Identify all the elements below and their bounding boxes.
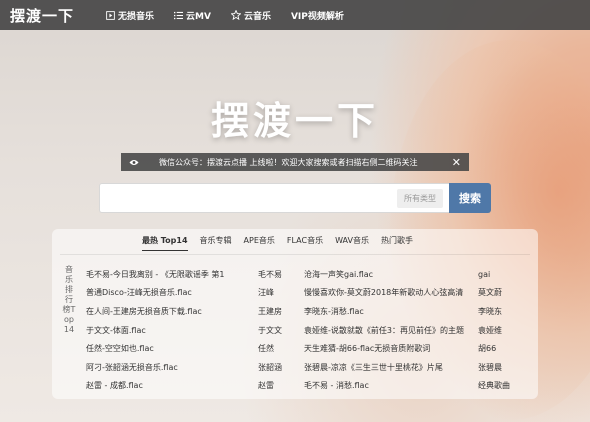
close-icon[interactable]: ✕	[452, 157, 461, 168]
artist-link[interactable]: 于文文	[258, 325, 298, 336]
notice-text: 微信公众号：摆渡云点播 上线啦！欢迎大家搜索或者扫描右侧二维码关注	[159, 157, 418, 167]
artist-link[interactable]: 胡66	[478, 343, 528, 354]
nav-lossless-music[interactable]: 无损音乐	[106, 9, 154, 22]
artist-link[interactable]: 李晓东	[478, 306, 528, 317]
ranking-list: 毛不易-今日我离别 - 《无限歌谣季 第1 毛不易 沧海一声笑gai.flac gai…	[84, 265, 538, 395]
nav-vip-video-label: VIP视频解析	[290, 11, 344, 22]
top-navigation-bar: 摆渡一下 无损音乐 云MV 云音乐 VIP视频解析	[0, 0, 590, 30]
artist-link[interactable]: 汪峰	[258, 287, 298, 298]
nav-cloud-music-label: 云音乐	[243, 11, 271, 22]
song-link[interactable]: 慢慢喜欢你-莫文蔚2018年新歌动人心弦高清	[304, 287, 474, 298]
ranking-tabs: 最热 Top14 音乐专辑 APE音乐 FLAC音乐 WAV音乐 热门歌手	[142, 235, 425, 251]
artist-link[interactable]: gai	[478, 270, 528, 279]
search-input[interactable]: 所有类型	[99, 183, 449, 213]
hero-title: 摆渡一下	[210, 99, 379, 143]
song-link[interactable]: 沧海一声笑gai.flac	[304, 269, 474, 280]
ranking-side-label: 音乐排行榜Top14	[62, 265, 76, 334]
tab-ape[interactable]: APE音乐	[244, 235, 275, 251]
song-link[interactable]: 毛不易 - 消愁.flac	[304, 380, 474, 391]
tab-hot-singers[interactable]: 热门歌手	[381, 235, 413, 251]
nav-vip-video[interactable]: VIP视频解析	[291, 9, 344, 22]
tab-album[interactable]: 音乐专辑	[200, 235, 232, 251]
artist-link[interactable]: 任然	[258, 343, 298, 354]
table-row: 于文文-体面.flac 于文文 袁娅维-说散就散《前任3：再见前任》的主题 袁娅维	[84, 321, 538, 340]
song-link[interactable]: 在人间-王建房无损音质下载.flac	[86, 306, 256, 317]
song-link[interactable]: 张碧晨-凉凉《三生三世十里桃花》片尾	[304, 362, 474, 373]
table-row: 任然-空空如也.flac 任然 天生难猜-胡66-flac无损音质附歌词 胡66	[84, 339, 538, 358]
song-link[interactable]: 天生难猜-胡66-flac无损音质附歌词	[304, 343, 474, 354]
artist-link[interactable]: 张碧晨	[478, 362, 528, 373]
nav-cloud-music[interactable]: 云音乐	[230, 9, 271, 22]
table-row: 普通Disco-汪峰无损音乐.flac 汪峰 慢慢喜欢你-莫文蔚2018年新歌动人心…	[84, 284, 538, 303]
eye-icon	[129, 159, 139, 166]
nav-lossless-music-label: 无损音乐	[118, 11, 155, 22]
main-nav: 无损音乐 云MV 云音乐 VIP视频解析	[106, 9, 364, 22]
search-button[interactable]: 搜索	[449, 183, 491, 213]
artist-link[interactable]: 毛不易	[258, 269, 298, 280]
tab-wav[interactable]: WAV音乐	[335, 235, 369, 251]
notice-banner: 微信公众号：摆渡云点播 上线啦！欢迎大家搜索或者扫描右侧二维码关注 ✕	[121, 153, 469, 171]
artist-link[interactable]: 王建房	[258, 306, 298, 317]
play-square-icon	[106, 10, 115, 20]
song-link[interactable]: 阿刁-张韶涵无损音乐.flac	[86, 362, 256, 373]
song-link[interactable]: 袁娅维-说散就散《前任3：再见前任》的主题	[304, 325, 474, 336]
table-row: 在人间-王建房无损音质下载.flac 王建房 李晓东-消愁.flac 李晓东	[84, 302, 538, 321]
table-row: 阿刁-张韶涵无损音乐.flac 张韶涵 张碧晨-凉凉《三生三世十里桃花》片尾 张碧晨	[84, 358, 538, 377]
ranking-panel: 最热 Top14 音乐专辑 APE音乐 FLAC音乐 WAV音乐 热门歌手 音乐…	[52, 229, 538, 399]
song-link[interactable]: 于文文-体面.flac	[86, 325, 256, 336]
search-type-select[interactable]: 所有类型	[397, 189, 443, 208]
site-logo[interactable]: 摆渡一下	[10, 5, 90, 26]
table-row: 赵雷 - 成都.flac 赵雷 毛不易 - 消愁.flac 经典歌曲	[84, 377, 538, 396]
artist-link[interactable]: 莫文蔚	[478, 287, 528, 298]
artist-link[interactable]: 袁娅维	[478, 325, 528, 336]
song-link[interactable]: 毛不易-今日我离别 - 《无限歌谣季 第1	[86, 269, 256, 280]
artist-link[interactable]: 赵雷	[258, 380, 298, 391]
tab-flac[interactable]: FLAC音乐	[287, 235, 323, 251]
song-link[interactable]: 普通Disco-汪峰无损音乐.flac	[86, 287, 256, 298]
song-link[interactable]: 任然-空空如也.flac	[86, 343, 256, 354]
tab-divider	[60, 254, 530, 255]
list-icon	[174, 11, 184, 20]
search-bar: 所有类型 搜索	[99, 183, 491, 213]
artist-link[interactable]: 经典歌曲	[478, 380, 528, 391]
song-link[interactable]: 赵雷 - 成都.flac	[86, 380, 256, 391]
tab-top14[interactable]: 最热 Top14	[142, 235, 188, 251]
star-icon	[230, 10, 241, 20]
nav-cloud-mv[interactable]: 云MV	[174, 9, 211, 22]
nav-cloud-mv-label: 云MV	[186, 11, 211, 22]
song-link[interactable]: 李晓东-消愁.flac	[304, 306, 474, 317]
table-row: 毛不易-今日我离别 - 《无限歌谣季 第1 毛不易 沧海一声笑gai.flac gai	[84, 265, 538, 284]
artist-link[interactable]: 张韶涵	[258, 362, 298, 373]
